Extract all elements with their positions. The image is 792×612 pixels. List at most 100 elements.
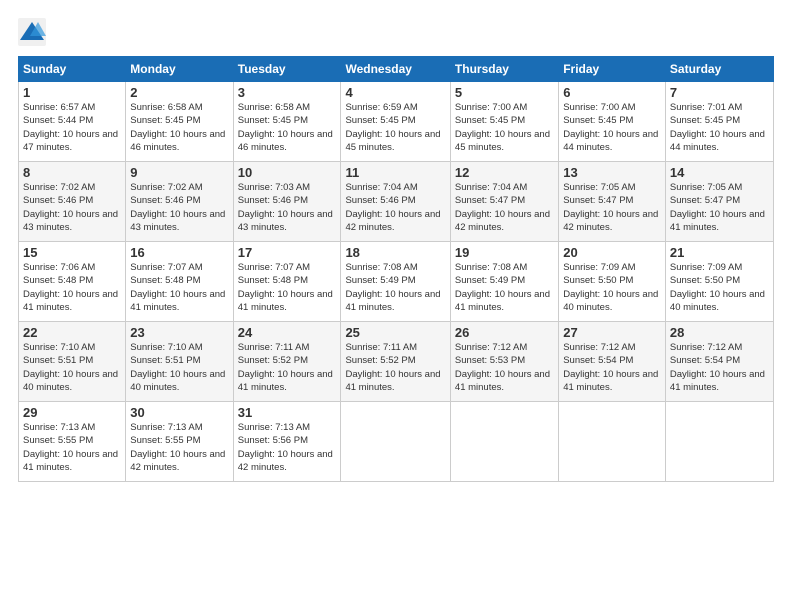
day-info: Sunrise: 7:11 AM Sunset: 5:52 PM Dayligh… bbox=[345, 341, 445, 394]
calendar-cell: 18 Sunrise: 7:08 AM Sunset: 5:49 PM Dayl… bbox=[341, 242, 450, 322]
day-info: Sunrise: 7:04 AM Sunset: 5:46 PM Dayligh… bbox=[345, 181, 445, 234]
day-number: 3 bbox=[238, 85, 337, 100]
day-number: 26 bbox=[455, 325, 554, 340]
day-info: Sunrise: 7:06 AM Sunset: 5:48 PM Dayligh… bbox=[23, 261, 121, 314]
calendar-cell: 17 Sunrise: 7:07 AM Sunset: 5:48 PM Dayl… bbox=[233, 242, 341, 322]
calendar-cell: 7 Sunrise: 7:01 AM Sunset: 5:45 PM Dayli… bbox=[665, 82, 773, 162]
day-number: 6 bbox=[563, 85, 661, 100]
day-info: Sunrise: 7:12 AM Sunset: 5:53 PM Dayligh… bbox=[455, 341, 554, 394]
day-number: 22 bbox=[23, 325, 121, 340]
day-number: 20 bbox=[563, 245, 661, 260]
calendar-cell bbox=[665, 402, 773, 482]
day-number: 4 bbox=[345, 85, 445, 100]
day-number: 30 bbox=[130, 405, 228, 420]
weekday-header: Saturday bbox=[665, 57, 773, 82]
day-info: Sunrise: 7:02 AM Sunset: 5:46 PM Dayligh… bbox=[23, 181, 121, 234]
day-info: Sunrise: 7:08 AM Sunset: 5:49 PM Dayligh… bbox=[345, 261, 445, 314]
day-number: 19 bbox=[455, 245, 554, 260]
day-number: 12 bbox=[455, 165, 554, 180]
day-info: Sunrise: 7:00 AM Sunset: 5:45 PM Dayligh… bbox=[563, 101, 661, 154]
day-number: 9 bbox=[130, 165, 228, 180]
day-number: 13 bbox=[563, 165, 661, 180]
calendar-cell: 22 Sunrise: 7:10 AM Sunset: 5:51 PM Dayl… bbox=[19, 322, 126, 402]
calendar-table: SundayMondayTuesdayWednesdayThursdayFrid… bbox=[18, 56, 774, 482]
calendar-week-row: 22 Sunrise: 7:10 AM Sunset: 5:51 PM Dayl… bbox=[19, 322, 774, 402]
calendar-cell: 13 Sunrise: 7:05 AM Sunset: 5:47 PM Dayl… bbox=[559, 162, 666, 242]
calendar-week-row: 8 Sunrise: 7:02 AM Sunset: 5:46 PM Dayli… bbox=[19, 162, 774, 242]
weekday-header: Tuesday bbox=[233, 57, 341, 82]
day-info: Sunrise: 7:12 AM Sunset: 5:54 PM Dayligh… bbox=[670, 341, 769, 394]
day-number: 8 bbox=[23, 165, 121, 180]
day-info: Sunrise: 7:05 AM Sunset: 5:47 PM Dayligh… bbox=[670, 181, 769, 234]
weekday-header: Thursday bbox=[450, 57, 558, 82]
calendar-cell: 27 Sunrise: 7:12 AM Sunset: 5:54 PM Dayl… bbox=[559, 322, 666, 402]
calendar-cell: 24 Sunrise: 7:11 AM Sunset: 5:52 PM Dayl… bbox=[233, 322, 341, 402]
logo bbox=[18, 18, 50, 46]
day-info: Sunrise: 6:59 AM Sunset: 5:45 PM Dayligh… bbox=[345, 101, 445, 154]
calendar-cell: 8 Sunrise: 7:02 AM Sunset: 5:46 PM Dayli… bbox=[19, 162, 126, 242]
day-number: 27 bbox=[563, 325, 661, 340]
day-info: Sunrise: 7:07 AM Sunset: 5:48 PM Dayligh… bbox=[238, 261, 337, 314]
calendar-cell: 6 Sunrise: 7:00 AM Sunset: 5:45 PM Dayli… bbox=[559, 82, 666, 162]
calendar-cell: 10 Sunrise: 7:03 AM Sunset: 5:46 PM Dayl… bbox=[233, 162, 341, 242]
day-info: Sunrise: 7:12 AM Sunset: 5:54 PM Dayligh… bbox=[563, 341, 661, 394]
day-number: 10 bbox=[238, 165, 337, 180]
calendar-cell: 19 Sunrise: 7:08 AM Sunset: 5:49 PM Dayl… bbox=[450, 242, 558, 322]
logo-icon bbox=[18, 18, 46, 46]
calendar-cell: 26 Sunrise: 7:12 AM Sunset: 5:53 PM Dayl… bbox=[450, 322, 558, 402]
day-info: Sunrise: 7:09 AM Sunset: 5:50 PM Dayligh… bbox=[670, 261, 769, 314]
weekday-header: Monday bbox=[126, 57, 233, 82]
day-number: 21 bbox=[670, 245, 769, 260]
day-number: 25 bbox=[345, 325, 445, 340]
calendar-cell: 28 Sunrise: 7:12 AM Sunset: 5:54 PM Dayl… bbox=[665, 322, 773, 402]
calendar-cell bbox=[450, 402, 558, 482]
calendar-cell: 2 Sunrise: 6:58 AM Sunset: 5:45 PM Dayli… bbox=[126, 82, 233, 162]
calendar-cell: 30 Sunrise: 7:13 AM Sunset: 5:55 PM Dayl… bbox=[126, 402, 233, 482]
calendar-header-row: SundayMondayTuesdayWednesdayThursdayFrid… bbox=[19, 57, 774, 82]
day-info: Sunrise: 7:01 AM Sunset: 5:45 PM Dayligh… bbox=[670, 101, 769, 154]
day-info: Sunrise: 7:10 AM Sunset: 5:51 PM Dayligh… bbox=[23, 341, 121, 394]
day-number: 29 bbox=[23, 405, 121, 420]
day-number: 31 bbox=[238, 405, 337, 420]
day-info: Sunrise: 7:08 AM Sunset: 5:49 PM Dayligh… bbox=[455, 261, 554, 314]
day-number: 2 bbox=[130, 85, 228, 100]
weekday-header: Friday bbox=[559, 57, 666, 82]
page: SundayMondayTuesdayWednesdayThursdayFrid… bbox=[0, 0, 792, 612]
day-number: 7 bbox=[670, 85, 769, 100]
day-info: Sunrise: 6:57 AM Sunset: 5:44 PM Dayligh… bbox=[23, 101, 121, 154]
calendar-cell: 15 Sunrise: 7:06 AM Sunset: 5:48 PM Dayl… bbox=[19, 242, 126, 322]
weekday-header: Sunday bbox=[19, 57, 126, 82]
calendar-cell: 5 Sunrise: 7:00 AM Sunset: 5:45 PM Dayli… bbox=[450, 82, 558, 162]
calendar-week-row: 15 Sunrise: 7:06 AM Sunset: 5:48 PM Dayl… bbox=[19, 242, 774, 322]
day-info: Sunrise: 7:10 AM Sunset: 5:51 PM Dayligh… bbox=[130, 341, 228, 394]
day-number: 5 bbox=[455, 85, 554, 100]
day-info: Sunrise: 7:03 AM Sunset: 5:46 PM Dayligh… bbox=[238, 181, 337, 234]
day-info: Sunrise: 6:58 AM Sunset: 5:45 PM Dayligh… bbox=[130, 101, 228, 154]
day-number: 24 bbox=[238, 325, 337, 340]
calendar-week-row: 29 Sunrise: 7:13 AM Sunset: 5:55 PM Dayl… bbox=[19, 402, 774, 482]
calendar-cell: 14 Sunrise: 7:05 AM Sunset: 5:47 PM Dayl… bbox=[665, 162, 773, 242]
day-number: 16 bbox=[130, 245, 228, 260]
day-number: 18 bbox=[345, 245, 445, 260]
day-info: Sunrise: 7:13 AM Sunset: 5:55 PM Dayligh… bbox=[130, 421, 228, 474]
calendar-cell: 23 Sunrise: 7:10 AM Sunset: 5:51 PM Dayl… bbox=[126, 322, 233, 402]
day-info: Sunrise: 7:07 AM Sunset: 5:48 PM Dayligh… bbox=[130, 261, 228, 314]
calendar-cell: 3 Sunrise: 6:58 AM Sunset: 5:45 PM Dayli… bbox=[233, 82, 341, 162]
calendar-week-row: 1 Sunrise: 6:57 AM Sunset: 5:44 PM Dayli… bbox=[19, 82, 774, 162]
day-number: 23 bbox=[130, 325, 228, 340]
day-info: Sunrise: 6:58 AM Sunset: 5:45 PM Dayligh… bbox=[238, 101, 337, 154]
day-number: 14 bbox=[670, 165, 769, 180]
day-number: 17 bbox=[238, 245, 337, 260]
calendar-cell: 25 Sunrise: 7:11 AM Sunset: 5:52 PM Dayl… bbox=[341, 322, 450, 402]
calendar-cell: 4 Sunrise: 6:59 AM Sunset: 5:45 PM Dayli… bbox=[341, 82, 450, 162]
day-info: Sunrise: 7:02 AM Sunset: 5:46 PM Dayligh… bbox=[130, 181, 228, 234]
calendar-cell: 31 Sunrise: 7:13 AM Sunset: 5:56 PM Dayl… bbox=[233, 402, 341, 482]
header bbox=[18, 18, 774, 46]
calendar-cell: 29 Sunrise: 7:13 AM Sunset: 5:55 PM Dayl… bbox=[19, 402, 126, 482]
day-info: Sunrise: 7:05 AM Sunset: 5:47 PM Dayligh… bbox=[563, 181, 661, 234]
day-info: Sunrise: 7:13 AM Sunset: 5:56 PM Dayligh… bbox=[238, 421, 337, 474]
day-number: 15 bbox=[23, 245, 121, 260]
day-info: Sunrise: 7:13 AM Sunset: 5:55 PM Dayligh… bbox=[23, 421, 121, 474]
calendar-cell bbox=[341, 402, 450, 482]
calendar-cell: 9 Sunrise: 7:02 AM Sunset: 5:46 PM Dayli… bbox=[126, 162, 233, 242]
